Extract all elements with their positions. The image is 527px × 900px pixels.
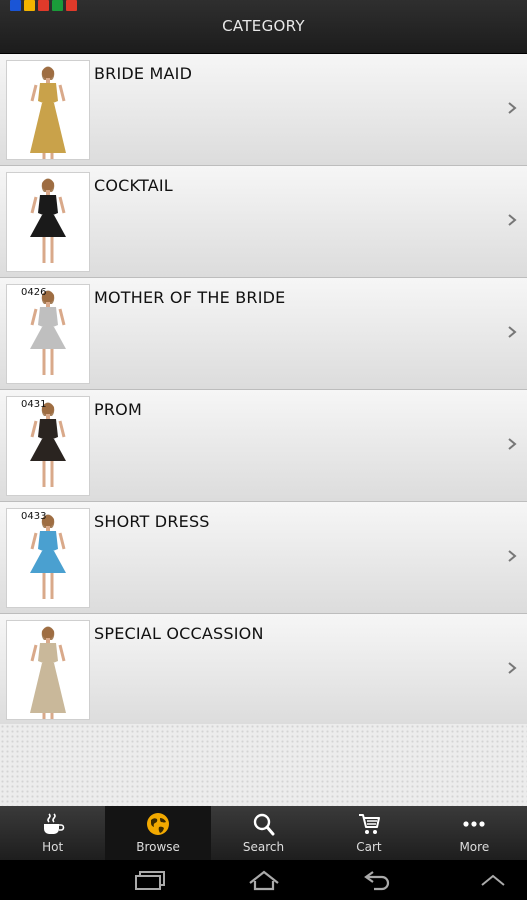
chevron-right-icon xyxy=(508,438,517,450)
cart-icon xyxy=(358,814,380,834)
category-label: PROM xyxy=(94,400,142,419)
logo-square xyxy=(66,0,77,11)
list-background xyxy=(0,724,527,806)
dress-image xyxy=(30,514,66,599)
dress-image xyxy=(30,402,66,487)
logo-square xyxy=(10,0,21,11)
dress-thumbnail xyxy=(6,60,90,160)
dress-thumbnail xyxy=(6,620,90,720)
up-arrow-icon[interactable] xyxy=(479,872,507,888)
tab-label: Hot xyxy=(42,840,64,854)
app-logo xyxy=(10,0,80,11)
category-row[interactable]: SPECIAL OCCASSION xyxy=(0,614,527,726)
dress-thumbnail xyxy=(6,172,90,272)
home-button[interactable] xyxy=(234,865,294,895)
dress-thumbnail: 0426 xyxy=(6,284,90,384)
category-row[interactable]: 0426 MOTHER OF THE BRIDE xyxy=(0,278,527,390)
category-label: SHORT DRESS xyxy=(94,512,210,531)
tab-hot[interactable]: Hot xyxy=(0,806,105,860)
dress-thumbnail: 0431 xyxy=(6,396,90,496)
dress-image xyxy=(30,178,66,263)
back-button[interactable] xyxy=(348,865,408,895)
chevron-right-icon xyxy=(508,214,517,226)
logo-square xyxy=(52,0,63,11)
category-row[interactable]: BRIDE MAID xyxy=(0,54,527,166)
product-code: 0426 xyxy=(21,287,47,298)
home-icon xyxy=(248,870,279,891)
logo-square xyxy=(38,0,49,11)
tab-label: Cart xyxy=(356,840,382,854)
category-label: SPECIAL OCCASSION xyxy=(94,624,264,643)
dress-thumbnail: 0433 xyxy=(6,508,90,608)
dress-image xyxy=(30,626,66,719)
tab-label: Browse xyxy=(136,840,180,854)
product-code: 0431 xyxy=(21,399,47,410)
chevron-right-icon xyxy=(508,326,517,338)
page-title: CATEGORY xyxy=(222,17,305,35)
logo-square xyxy=(24,0,35,11)
tab-cart[interactable]: Cart xyxy=(316,806,421,860)
more-dots-icon xyxy=(463,821,485,827)
tab-label: Search xyxy=(242,840,285,854)
dress-image xyxy=(30,290,66,375)
tab-label: More xyxy=(459,840,490,854)
globe-icon xyxy=(147,813,170,835)
chevron-right-icon xyxy=(508,102,517,114)
category-row[interactable]: 0433 SHORT DRESS xyxy=(0,502,527,614)
tab-search[interactable]: Search xyxy=(211,806,316,860)
dress-image xyxy=(30,66,66,159)
chevron-right-icon xyxy=(508,550,517,562)
category-row[interactable]: COCKTAIL xyxy=(0,166,527,278)
back-icon xyxy=(363,871,389,891)
category-list: BRIDE MAID COCKTAIL 0426 MOTHER OF THE BRID… xyxy=(0,54,527,726)
category-label: COCKTAIL xyxy=(94,176,173,195)
tab-browse[interactable]: Browse xyxy=(105,806,211,860)
category-label: MOTHER OF THE BRIDE xyxy=(94,288,286,307)
system-nav-bar xyxy=(0,860,527,900)
category-label: BRIDE MAID xyxy=(94,64,193,83)
coffee-cup-icon xyxy=(43,813,64,834)
bottom-tab-bar: Hot Browse Search Cart More xyxy=(0,806,527,860)
tab-more[interactable]: More xyxy=(422,806,527,860)
chevron-right-icon xyxy=(508,662,517,674)
category-row[interactable]: 0431 PROM xyxy=(0,390,527,502)
recent-apps-icon xyxy=(134,871,165,890)
app-header: CATEGORY xyxy=(0,0,527,54)
product-code: 0433 xyxy=(21,511,47,522)
search-icon xyxy=(253,813,275,836)
recent-apps-button[interactable] xyxy=(120,865,180,895)
